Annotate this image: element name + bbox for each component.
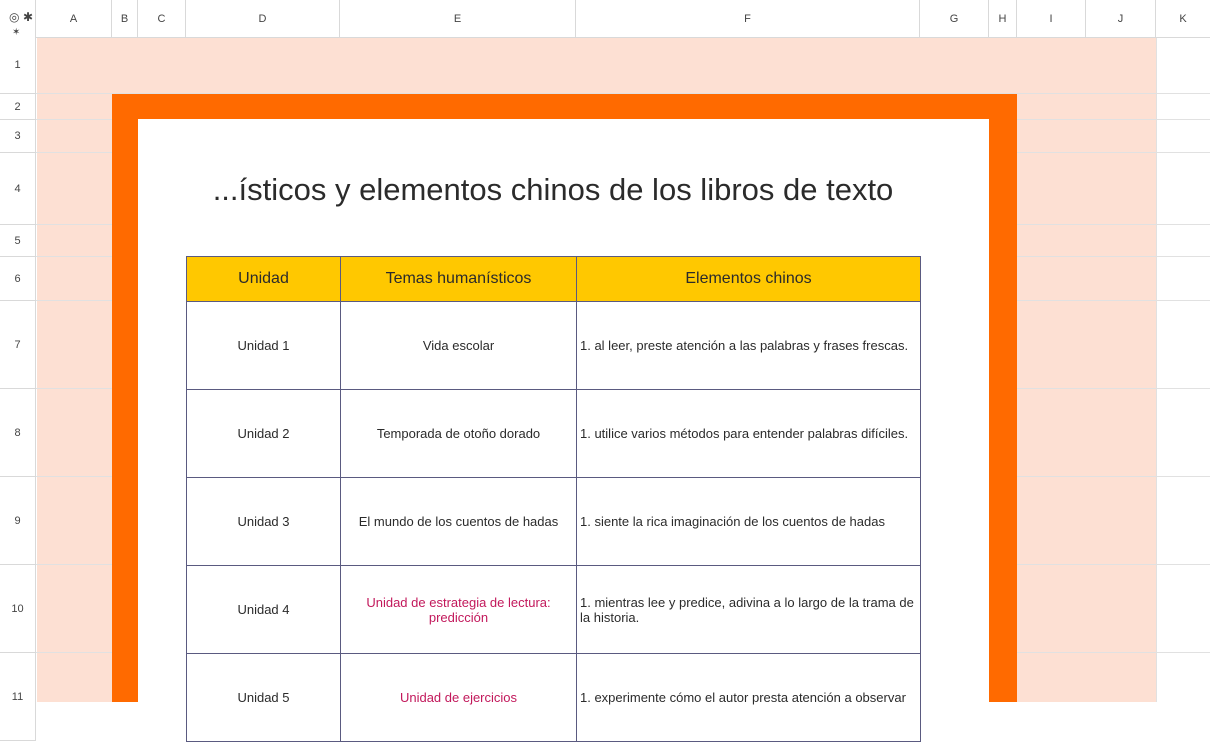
unit-cell[interactable]: Unidad 5	[186, 653, 341, 742]
frame-right	[989, 94, 1017, 702]
column-header-e[interactable]: E	[340, 0, 576, 37]
column-header-j[interactable]: J	[1086, 0, 1156, 37]
column-header-bar: ◎ ✱ ✶ A B C D E F G H I J K	[0, 0, 1210, 38]
table-row: Unidad 2 Temporada de otoño dorado 1. ut…	[186, 389, 921, 478]
unit-cell[interactable]: Unidad 1	[186, 301, 341, 390]
table-row: Unidad 3 El mundo de los cuentos de hada…	[186, 477, 921, 566]
theme-cell[interactable]: Vida escolar	[340, 301, 577, 390]
element-cell[interactable]: 1. siente la rica imaginación de los cue…	[576, 477, 921, 566]
header-cell-theme[interactable]: Temas humanísticos	[340, 256, 577, 302]
column-header-k[interactable]: K	[1156, 0, 1210, 37]
theme-cell[interactable]: Unidad de estrategia de lectura: predicc…	[340, 565, 577, 654]
theme-cell[interactable]: Unidad de ejercicios	[340, 653, 577, 742]
row-header-8[interactable]: 8	[0, 389, 36, 477]
unit-cell[interactable]: Unidad 4	[186, 565, 341, 654]
frame-top	[112, 94, 1017, 119]
header-cell-element[interactable]: Elementos chinos	[576, 256, 921, 302]
element-cell[interactable]: 1. utilice varios métodos para entender …	[576, 389, 921, 478]
background-band-left	[37, 94, 112, 702]
row-header-9[interactable]: 9	[0, 477, 36, 565]
column-header-b[interactable]: B	[112, 0, 138, 37]
column-header-f[interactable]: F	[576, 0, 920, 37]
unit-cell[interactable]: Unidad 3	[186, 477, 341, 566]
element-cell[interactable]: 1. experimente cómo el autor presta aten…	[576, 653, 921, 742]
corner-cell[interactable]: ◎ ✱ ✶	[0, 0, 36, 38]
header-cell-unit[interactable]: Unidad	[186, 256, 341, 302]
table-row: Unidad 1 Vida escolar 1. al leer, preste…	[186, 301, 921, 390]
row-header-10[interactable]: 10	[0, 565, 36, 653]
column-header-h[interactable]: H	[989, 0, 1017, 37]
column-header-a[interactable]: A	[36, 0, 112, 37]
theme-cell[interactable]: El mundo de los cuentos de hadas	[340, 477, 577, 566]
table-header-row: Unidad Temas humanísticos Elementos chin…	[186, 256, 921, 302]
background-band-right	[1017, 94, 1156, 702]
row-header-2[interactable]: 2	[0, 94, 36, 120]
column-header-g[interactable]: G	[920, 0, 989, 37]
theme-cell[interactable]: Temporada de otoño dorado	[340, 389, 577, 478]
element-cell[interactable]: 1. al leer, preste atención a las palabr…	[576, 301, 921, 390]
row-header-4[interactable]: 4	[0, 153, 36, 225]
row-header-11[interactable]: 11	[0, 653, 36, 741]
table-row: Unidad 4 Unidad de estrategia de lectura…	[186, 565, 921, 654]
row-header-6[interactable]: 6	[0, 257, 36, 301]
table-row: Unidad 5 Unidad de ejercicios 1. experim…	[186, 653, 921, 742]
row-header-7[interactable]: 7	[0, 301, 36, 389]
row-header-5[interactable]: 5	[0, 225, 36, 257]
row-header-3[interactable]: 3	[0, 120, 36, 153]
row-header-1[interactable]: 1	[0, 37, 36, 94]
column-header-d[interactable]: D	[186, 0, 340, 37]
background-band-top	[37, 37, 1156, 94]
element-cell[interactable]: 1. mientras lee y predice, adivina a lo …	[576, 565, 921, 654]
frame-left	[112, 94, 138, 702]
column-header-i[interactable]: I	[1017, 0, 1086, 37]
unit-cell[interactable]: Unidad 2	[186, 389, 341, 478]
freeze-columns-icon[interactable]: ✱	[23, 10, 33, 24]
column-header-c[interactable]: C	[138, 0, 186, 37]
units-table: Unidad Temas humanísticos Elementos chin…	[186, 256, 921, 742]
page-title[interactable]: ...ísticos y elementos chinos de los lib…	[186, 156, 920, 224]
eye-icon[interactable]: ◎	[9, 10, 19, 24]
